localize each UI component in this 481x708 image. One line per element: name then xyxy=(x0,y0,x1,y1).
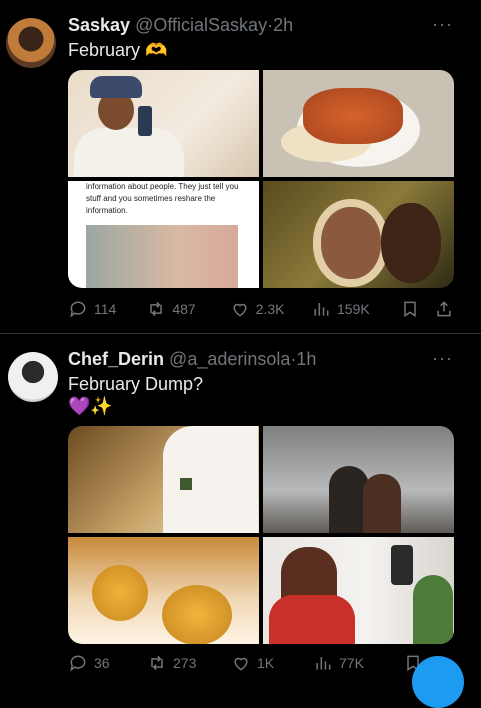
like-icon xyxy=(234,657,248,671)
tweet-card[interactable]: Saskay @OfficialSaskay·2h ··· February 🫶… xyxy=(0,0,481,334)
media-image[interactable] xyxy=(68,537,259,644)
views-button[interactable]: 159K xyxy=(311,299,400,319)
bookmark-icon xyxy=(404,301,417,318)
retweet-button[interactable]: 487 xyxy=(146,299,229,319)
action-bar: 114 487 2.3K 159K xyxy=(68,298,454,320)
image-caption-text: information about people. They just tell… xyxy=(86,182,239,215)
views-icon xyxy=(316,657,331,670)
reply-count: 114 xyxy=(94,301,117,317)
bookmark-button[interactable] xyxy=(400,299,434,319)
views-count: 159K xyxy=(337,301,370,317)
media-grid[interactable] xyxy=(68,426,454,644)
more-icon[interactable]: ··· xyxy=(432,14,453,35)
compose-button[interactable] xyxy=(412,656,464,708)
timestamp[interactable]: 1h xyxy=(296,349,316,369)
retweet-icon xyxy=(151,655,163,671)
views-icon xyxy=(314,303,329,316)
media-grid[interactable]: information about people. They just tell… xyxy=(68,70,454,288)
like-icon xyxy=(233,303,247,317)
reply-count: 36 xyxy=(94,655,110,671)
media-image[interactable] xyxy=(263,70,454,177)
retweet-icon xyxy=(150,301,163,317)
like-count: 1K xyxy=(257,655,275,671)
views-button[interactable]: 77K xyxy=(313,653,403,673)
tweet-header: Saskay @OfficialSaskay·2h xyxy=(68,15,293,36)
tweet-card[interactable]: Chef_Derin @a_aderinsola·1h ··· February… xyxy=(0,334,481,682)
reply-icon xyxy=(70,655,86,672)
user-handle[interactable]: @OfficialSaskay xyxy=(135,15,267,35)
media-image[interactable] xyxy=(263,181,454,288)
display-name[interactable]: Saskay xyxy=(68,15,130,35)
like-button[interactable]: 2.3K xyxy=(230,299,311,319)
reply-icon xyxy=(70,301,86,318)
user-handle[interactable]: @a_aderinsola xyxy=(169,349,290,369)
display-name[interactable]: Chef_Derin xyxy=(68,349,164,369)
more-icon[interactable]: ··· xyxy=(432,348,453,369)
views-count: 77K xyxy=(339,655,364,671)
reply-button[interactable]: 114 xyxy=(68,299,146,319)
reply-button[interactable]: 36 xyxy=(68,653,147,673)
media-image[interactable] xyxy=(263,537,454,644)
like-count: 2.3K xyxy=(255,301,285,317)
tweet-header: Chef_Derin @a_aderinsola·1h xyxy=(68,349,316,370)
share-icon xyxy=(437,301,451,317)
tweet-emoji-line: 💜✨ xyxy=(68,396,113,416)
share-button[interactable] xyxy=(434,299,454,319)
media-image[interactable] xyxy=(263,426,454,533)
action-bar: 36 273 1K 77K xyxy=(68,652,454,674)
media-image[interactable] xyxy=(68,70,259,177)
like-button[interactable]: 1K xyxy=(231,653,313,673)
timestamp[interactable]: 2h xyxy=(273,15,293,35)
retweet-button[interactable]: 273 xyxy=(147,653,231,673)
retweet-count: 487 xyxy=(172,301,196,317)
avatar[interactable] xyxy=(8,352,58,402)
tweet-text: February 🫶 xyxy=(68,40,168,60)
media-image[interactable]: information about people. They just tell… xyxy=(68,181,259,288)
avatar[interactable] xyxy=(6,18,56,68)
tweet-text: February Dump? xyxy=(68,374,204,394)
media-image[interactable] xyxy=(68,426,259,533)
retweet-count: 273 xyxy=(173,655,197,671)
